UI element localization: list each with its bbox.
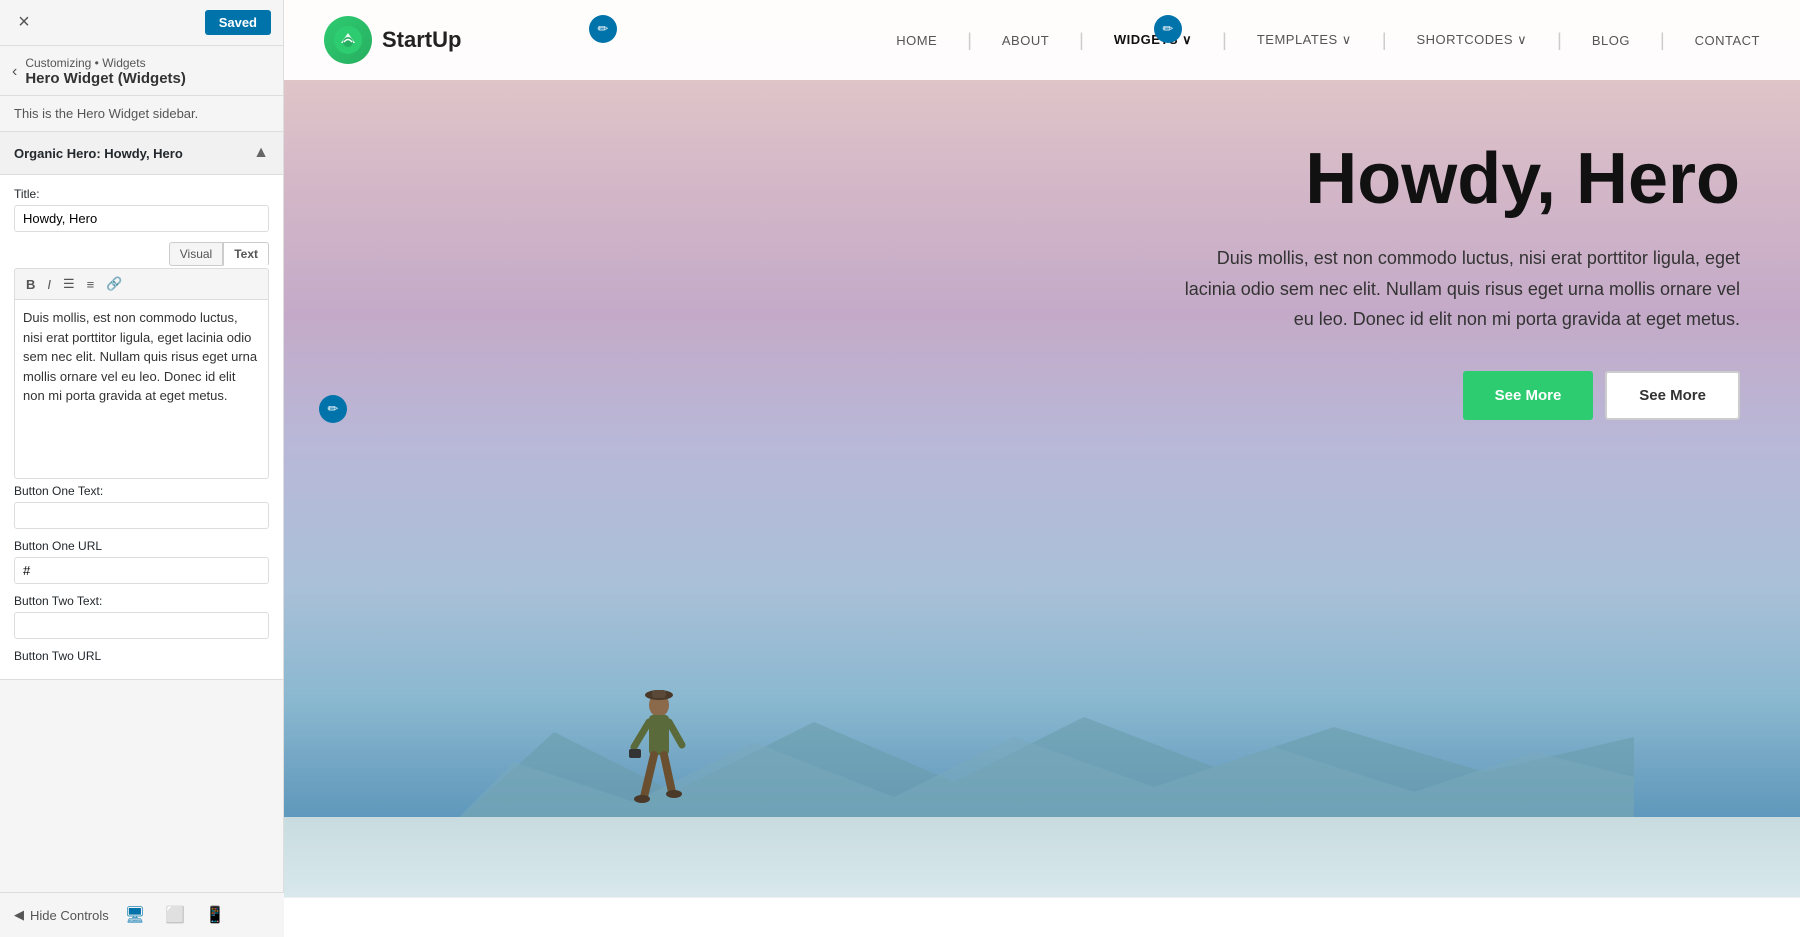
logo-area: StartUp [324, 16, 461, 64]
nav-templates[interactable]: TEMPLATES ∨ [1257, 32, 1352, 48]
button-one-url-input[interactable] [14, 557, 269, 584]
hero-title: Howdy, Hero [1185, 140, 1740, 219]
sidebar-description: This is the Hero Widget sidebar. [0, 96, 283, 132]
breadcrumb-area: ‹ Customizing • Widgets Hero Widget (Wid… [0, 46, 283, 96]
chevron-up-icon: ▲ [253, 144, 269, 162]
saved-button[interactable]: Saved [205, 10, 271, 35]
nav-contact[interactable]: CONTACT [1695, 33, 1760, 48]
hero-person [624, 687, 694, 822]
ground [284, 817, 1800, 897]
tablet-device-button[interactable]: ⬜ [161, 901, 189, 929]
italic-button[interactable]: I [42, 273, 56, 295]
hide-controls-button[interactable]: ◀ Hide Controls [14, 907, 109, 923]
editor-tabs: Visual Text [14, 242, 269, 266]
logo-icon [324, 16, 372, 64]
nav-shortcodes[interactable]: SHORTCODES ∨ [1417, 32, 1528, 48]
ordered-list-button[interactable]: ≡ [82, 273, 100, 295]
back-button[interactable]: ‹ [12, 63, 17, 81]
top-bar: × Saved [0, 0, 283, 46]
main-nav: HOME | ABOUT | WIDGETS ∨ | TEMPLATES ∨ |… [896, 30, 1760, 51]
hero-description: Duis mollis, est non commodo luctus, nis… [1185, 243, 1740, 335]
edit-pencil-hero[interactable]: ✏ [319, 395, 347, 423]
breadcrumb-path: Customizing • Widgets [25, 56, 186, 70]
edit-pencil-templates[interactable]: ✏ [1154, 15, 1182, 43]
unordered-list-button[interactable]: ☰ [58, 273, 80, 295]
hero-buttons: See More See More [1185, 371, 1740, 420]
logo-text: StartUp [382, 27, 461, 53]
widget-body: Title: Visual Text B I ☰ ≡ 🔗 Duis mollis… [0, 175, 283, 679]
tab-visual[interactable]: Visual [169, 242, 223, 266]
desktop-device-button[interactable]: 🖥 [121, 901, 149, 929]
widget-header[interactable]: Organic Hero: Howdy, Hero ▲ [0, 132, 283, 175]
mobile-device-button[interactable]: 📱 [201, 901, 229, 929]
button-one-text-input[interactable] [14, 502, 269, 529]
title-input[interactable] [14, 205, 269, 232]
link-button[interactable]: 🔗 [101, 273, 127, 295]
edit-pencil-header[interactable]: ✏ [589, 15, 617, 43]
bold-button[interactable]: B [21, 273, 40, 295]
nav-blog[interactable]: BLOG [1592, 33, 1630, 48]
hide-controls-label: Hide Controls [30, 908, 109, 923]
content-editor[interactable]: Duis mollis, est non commodo luctus, nis… [14, 299, 269, 479]
breadcrumb-info: Customizing • Widgets Hero Widget (Widge… [25, 56, 186, 87]
title-label: Title: [14, 187, 269, 201]
hero-content: Howdy, Hero Duis mollis, est non commodo… [1185, 140, 1740, 420]
editor-toolbar: B I ☰ ≡ 🔗 [14, 268, 269, 299]
button-one-url-label: Button One URL [14, 539, 269, 553]
nav-home[interactable]: HOME [896, 33, 937, 48]
tab-text[interactable]: Text [223, 242, 269, 266]
nav-about[interactable]: ABOUT [1002, 33, 1049, 48]
preview-area: ✏ ✏ ✏ StartUp HOME | ABOUT | WIDGETS ∨ |… [284, 0, 1800, 937]
arrow-left-icon: ◀ [14, 907, 24, 923]
button-two-url-label: Button Two URL [14, 649, 269, 663]
widget-section: Organic Hero: Howdy, Hero ▲ Title: Visua… [0, 132, 283, 680]
left-panel: × Saved ‹ Customizing • Widgets Hero Wid… [0, 0, 284, 937]
hero-background: ✏ ✏ ✏ [284, 0, 1800, 897]
hero-button-primary[interactable]: See More [1463, 371, 1594, 420]
button-two-text-label: Button Two Text: [14, 594, 269, 608]
button-two-text-input[interactable] [14, 612, 269, 639]
hero-button-secondary[interactable]: See More [1605, 371, 1740, 420]
close-button[interactable]: × [12, 11, 36, 35]
widget-header-label: Organic Hero: Howdy, Hero [14, 146, 183, 161]
breadcrumb-title: Hero Widget (Widgets) [25, 70, 186, 87]
site-header: StartUp HOME | ABOUT | WIDGETS ∨ | TEMPL… [284, 0, 1800, 80]
button-one-text-label: Button One Text: [14, 484, 269, 498]
bottom-bar [284, 897, 1800, 937]
